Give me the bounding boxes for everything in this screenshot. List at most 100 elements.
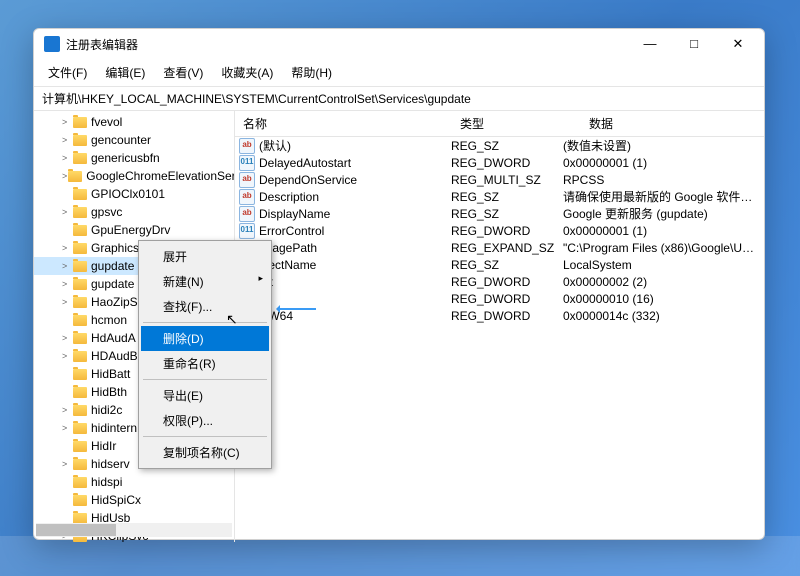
tree-scrollbar-horizontal[interactable] bbox=[36, 523, 232, 537]
address-bar[interactable]: 计算机\HKEY_LOCAL_MACHINE\SYSTEM\CurrentCon… bbox=[34, 86, 764, 111]
chevron-icon[interactable]: > bbox=[62, 171, 67, 181]
value-name: pe bbox=[259, 292, 451, 306]
folder-icon bbox=[73, 117, 87, 128]
value-data: 0x00000001 (1) bbox=[563, 224, 760, 238]
tree-label: gencounter bbox=[91, 133, 151, 147]
value-data: (数值未设置) bbox=[563, 137, 760, 154]
menu-favorites[interactable]: 收藏夹(A) bbox=[213, 61, 281, 84]
tree-item-gpuenergydrv[interactable]: GpuEnergyDrv bbox=[34, 221, 234, 239]
tree-item-genericusbfn[interactable]: >genericusbfn bbox=[34, 149, 234, 167]
list-header: 名称 类型 数据 bbox=[235, 111, 764, 137]
tree-label: HdAudA bbox=[91, 331, 136, 345]
value-row[interactable]: ab(默认)REG_SZ(数值未设置) bbox=[235, 137, 764, 154]
ctx-copy-key[interactable]: 复制项名称(C) bbox=[141, 440, 269, 465]
value-row[interactable]: 011artREG_DWORD0x00000002 (2) bbox=[235, 273, 764, 290]
column-name[interactable]: 名称 bbox=[235, 111, 452, 136]
value-name: DisplayName bbox=[259, 207, 451, 221]
value-type: REG_DWORD bbox=[451, 292, 563, 306]
tree-label: gpsvc bbox=[91, 205, 122, 219]
chevron-icon[interactable]: > bbox=[62, 207, 72, 217]
value-name: DependOnService bbox=[259, 173, 451, 187]
tree-label: HidBatt bbox=[91, 367, 130, 381]
chevron-icon[interactable]: > bbox=[62, 333, 72, 343]
tree-item-gpioclx0101[interactable]: GPIOClx0101 bbox=[34, 185, 234, 203]
folder-icon bbox=[73, 441, 87, 452]
tree-label: HaoZipS bbox=[91, 295, 138, 309]
value-data: 0x00000002 (2) bbox=[563, 275, 760, 289]
tree-item-gencounter[interactable]: > gencounter bbox=[34, 131, 234, 149]
value-type: REG_SZ bbox=[451, 258, 563, 272]
chevron-icon[interactable]: > bbox=[62, 405, 72, 415]
value-row[interactable]: abImagePathREG_EXPAND_SZ"C:\Program File… bbox=[235, 239, 764, 256]
tree-item-hidspicx[interactable]: HidSpiCx bbox=[34, 491, 234, 509]
value-type: REG_SZ bbox=[451, 207, 563, 221]
value-type: REG_EXPAND_SZ bbox=[451, 241, 563, 255]
ctx-find[interactable]: 查找(F)... bbox=[141, 294, 269, 319]
tree-label: HidBth bbox=[91, 385, 127, 399]
folder-icon bbox=[73, 387, 87, 398]
app-icon bbox=[44, 36, 60, 52]
tree-item-fvevol[interactable]: >fvevol bbox=[34, 113, 234, 131]
tree-item-googlechromeelevationser[interactable]: >GoogleChromeElevationSer bbox=[34, 167, 234, 185]
value-row[interactable]: 011ErrorControlREG_DWORD0x00000001 (1) bbox=[235, 222, 764, 239]
value-type: REG_DWORD bbox=[451, 275, 563, 289]
close-button[interactable]: ✕ bbox=[716, 30, 760, 58]
value-type-icon: ab bbox=[239, 138, 255, 154]
tree-label: hidintern bbox=[91, 421, 137, 435]
chevron-icon[interactable]: > bbox=[62, 279, 72, 289]
titlebar[interactable]: 注册表编辑器 — □ ✕ bbox=[34, 29, 764, 59]
tree-item-hidspi[interactable]: hidspi bbox=[34, 473, 234, 491]
chevron-icon[interactable]: > bbox=[62, 297, 72, 307]
ctx-delete[interactable]: 删除(D) bbox=[141, 326, 269, 351]
tree-item-gpsvc[interactable]: > gpsvc bbox=[34, 203, 234, 221]
chevron-icon[interactable]: > bbox=[62, 423, 72, 433]
menu-help[interactable]: 帮助(H) bbox=[283, 61, 340, 84]
ctx-separator bbox=[143, 322, 267, 323]
column-data[interactable]: 数据 bbox=[581, 111, 764, 136]
value-name: art bbox=[259, 275, 451, 289]
context-menu: 展开 新建(N) 查找(F)... 删除(D) 重命名(R) 导出(E) 权限(… bbox=[138, 240, 272, 469]
column-type[interactable]: 类型 bbox=[452, 111, 581, 136]
menu-edit[interactable]: 编辑(E) bbox=[97, 61, 153, 84]
value-row[interactable]: 011peREG_DWORD0x00000010 (16) bbox=[235, 290, 764, 307]
ctx-rename[interactable]: 重命名(R) bbox=[141, 351, 269, 376]
chevron-icon[interactable]: > bbox=[62, 243, 72, 253]
value-data: 0x00000010 (16) bbox=[563, 292, 760, 306]
ctx-new[interactable]: 新建(N) bbox=[141, 269, 269, 294]
chevron-icon[interactable]: > bbox=[62, 261, 72, 271]
folder-icon bbox=[73, 279, 87, 290]
scrollbar-thumb[interactable] bbox=[36, 524, 116, 536]
chevron-icon[interactable]: > bbox=[62, 459, 72, 469]
folder-icon bbox=[73, 261, 87, 272]
folder-icon bbox=[73, 189, 87, 200]
value-row[interactable]: 011DelayedAutostartREG_DWORD0x00000001 (… bbox=[235, 154, 764, 171]
folder-icon bbox=[73, 351, 87, 362]
value-row[interactable]: abDependOnServiceREG_MULTI_SZRPCSS bbox=[235, 171, 764, 188]
folder-icon bbox=[68, 171, 82, 182]
menu-file[interactable]: 文件(F) bbox=[40, 61, 95, 84]
tree-label: GPIOClx0101 bbox=[91, 187, 165, 201]
tree-label: gupdate bbox=[91, 259, 134, 273]
tree-label: gupdate bbox=[91, 277, 134, 291]
chevron-icon[interactable]: > bbox=[62, 351, 72, 361]
value-data: Google 更新服务 (gupdate) bbox=[563, 205, 760, 222]
menu-view[interactable]: 查看(V) bbox=[155, 61, 211, 84]
ctx-export[interactable]: 导出(E) bbox=[141, 383, 269, 408]
chevron-icon[interactable]: > bbox=[62, 153, 72, 163]
chevron-icon[interactable]: > bbox=[62, 117, 72, 127]
folder-icon bbox=[73, 207, 87, 218]
folder-icon bbox=[73, 333, 87, 344]
maximize-button[interactable]: □ bbox=[672, 30, 716, 58]
chevron-icon[interactable]: > bbox=[62, 135, 72, 145]
value-row[interactable]: abDisplayNameREG_SZGoogle 更新服务 (gupdate) bbox=[235, 205, 764, 222]
ctx-permissions[interactable]: 权限(P)... bbox=[141, 408, 269, 433]
value-row[interactable]: abDescriptionREG_SZ请确保使用最新版的 Google 软件。如… bbox=[235, 188, 764, 205]
annotation-arrow bbox=[278, 308, 316, 310]
ctx-expand[interactable]: 展开 bbox=[141, 244, 269, 269]
tree-label: HidIr bbox=[91, 439, 116, 453]
minimize-button[interactable]: — bbox=[628, 30, 672, 58]
value-row[interactable]: abojectNameREG_SZLocalSystem bbox=[235, 256, 764, 273]
folder-icon bbox=[73, 405, 87, 416]
value-data: 0x0000014c (332) bbox=[563, 309, 760, 323]
list-pane[interactable]: 名称 类型 数据 ab(默认)REG_SZ(数值未设置)011DelayedAu… bbox=[235, 111, 764, 542]
